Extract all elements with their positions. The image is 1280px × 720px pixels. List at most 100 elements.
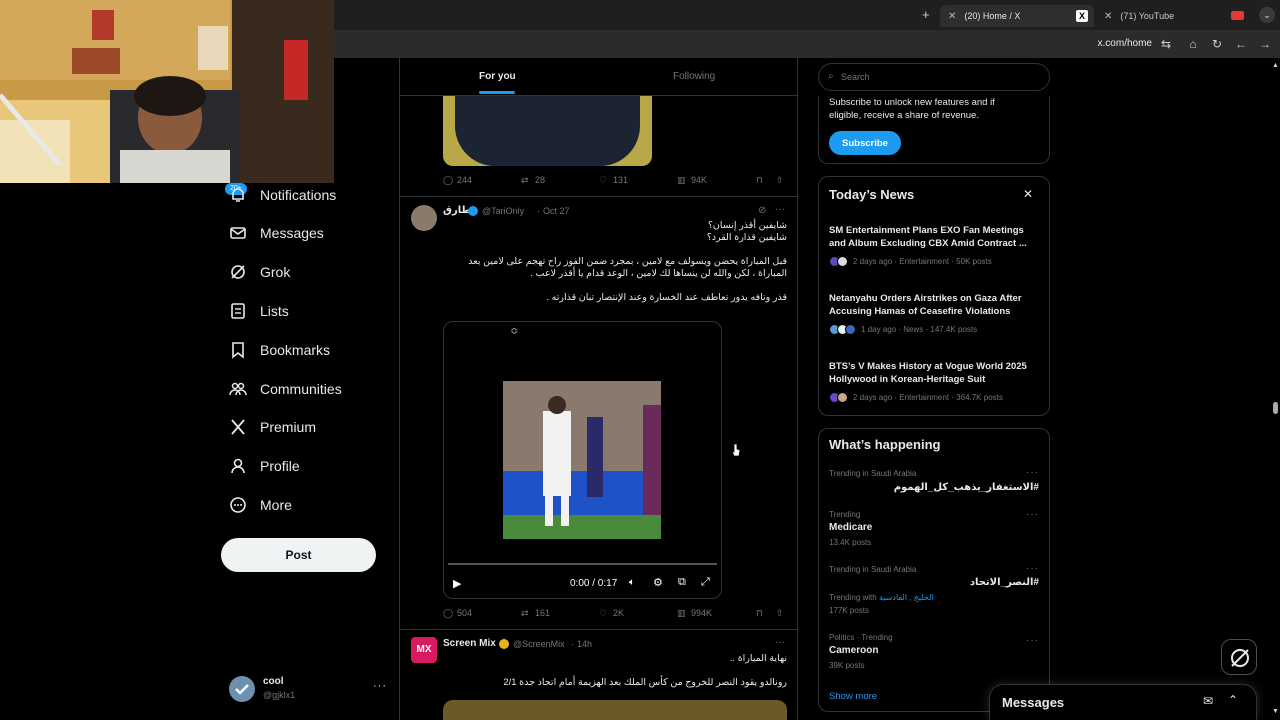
repost-icon[interactable]: ⇄ <box>521 175 529 186</box>
forward-icon[interactable]: → <box>1257 36 1273 52</box>
card-title: What’s happening <box>829 437 941 452</box>
account-handle: @gjklx1 <box>263 690 296 700</box>
new-message-icon[interactable]: ✉ <box>1203 694 1213 708</box>
divider <box>400 196 798 197</box>
nav-profile[interactable]: Profile <box>229 452 300 480</box>
nav-grok[interactable]: Grok <box>229 258 290 286</box>
avatar <box>411 205 437 231</box>
chevron-up-icon[interactable]: ⌃ <box>1228 693 1238 707</box>
scrollbar-thumb[interactable] <box>1273 402 1278 414</box>
reply-icon[interactable]: ◯ <box>443 175 453 186</box>
author-name[interactable]: Screen Mix <box>443 638 496 649</box>
new-tab-icon[interactable]: + <box>922 7 930 22</box>
tab-youtube[interactable]: ✕ (71) YouTube <box>1096 5 1250 27</box>
envelope-icon <box>230 227 246 239</box>
tweet-time[interactable]: 14h <box>577 639 592 649</box>
home-icon[interactable]: ⌂ <box>1185 36 1201 52</box>
tweet-actions: ◯ 504 ⇄ 161 ♡ 2K ▥ 994K ⊓ ⇧ <box>443 608 788 622</box>
author-handle[interactable]: @TariOnly <box>482 206 524 216</box>
repost-icon[interactable]: ⇄ <box>521 608 529 619</box>
avatar <box>229 676 255 702</box>
views-icon[interactable]: ▥ <box>677 608 686 619</box>
picture-in-picture-icon[interactable]: ⧉ <box>678 576 686 589</box>
reply-icon[interactable]: ◯ <box>443 608 453 619</box>
tweet-time[interactable]: Oct 27 <box>543 206 570 216</box>
tab-following[interactable]: Following <box>673 71 715 82</box>
news-headline[interactable]: SM Entertainment Plans EXO Fan Meetings … <box>829 224 1041 250</box>
reply-count: 244 <box>457 175 473 185</box>
tweet-line: قبل المباراة يحضن ويسولف مع لامين ، بمجر… <box>468 256 787 267</box>
more-dots-icon[interactable]: ··· <box>775 204 785 215</box>
more-dots-icon[interactable]: ··· <box>373 680 387 692</box>
news-headline[interactable]: Netanyahu Orders Airstrikes on Gaza Afte… <box>829 292 1041 318</box>
tweet-media[interactable] <box>443 700 787 720</box>
drawer-title: Messages <box>1002 695 1065 710</box>
url-text[interactable]: x.com/home <box>1098 38 1152 49</box>
close-tab-icon[interactable]: ✕ <box>948 11 956 22</box>
share-icon[interactable]: ⇧ <box>776 175 784 186</box>
views-count: 94K <box>691 175 708 185</box>
back-icon[interactable]: ← <box>1233 36 1249 52</box>
nav-bookmarks[interactable]: Bookmarks <box>229 336 330 364</box>
tweet-media[interactable] <box>443 96 652 166</box>
like-icon[interactable]: ♡ <box>599 175 607 186</box>
feed-column: For you Following ◯ 244 ⇄ 28 ♡ 131 ▥ 94K… <box>399 58 798 720</box>
nav-label: Messages <box>260 225 324 241</box>
account-name: cool <box>263 676 284 687</box>
more-dots-icon[interactable]: ··· <box>775 637 785 648</box>
close-tab-icon[interactable]: ✕ <box>1104 11 1112 22</box>
nav-messages[interactable]: Messages <box>229 219 324 247</box>
show-more-link[interactable]: Show more <box>829 691 877 702</box>
video-progress-track[interactable] <box>448 563 717 565</box>
like-icon[interactable]: ♡ <box>599 608 607 619</box>
author-name[interactable]: طارق <box>443 205 471 216</box>
post-button[interactable]: Post <box>221 538 376 572</box>
bookmark-icon[interactable]: ⊓ <box>756 175 763 186</box>
close-icon[interactable]: ✕ <box>1023 187 1033 201</box>
nav-label: Communities <box>260 381 342 397</box>
search-input[interactable]: ⌕ Search <box>818 63 1050 91</box>
nav-notifications[interactable]: Notifications <box>229 181 336 209</box>
tweet-line: المباراة ، لكن والله لن ينساها لك لامين … <box>530 268 787 279</box>
fullscreen-icon[interactable]: ⤢ <box>701 576 710 589</box>
settings-sliders-icon[interactable]: ≎ <box>510 326 518 337</box>
verified-badge-icon <box>468 206 478 216</box>
subscribe-button[interactable]: Subscribe <box>829 131 901 155</box>
nav-premium[interactable]: Premium <box>229 413 316 441</box>
grok-fab[interactable] <box>1221 639 1257 675</box>
tab-x-home[interactable]: ✕ (20) Home / X X <box>940 5 1094 27</box>
page-scrollbar[interactable]: ▲ ▼ <box>1270 58 1280 720</box>
person-icon <box>231 458 245 474</box>
tweet-text: شايفين أقذر إنسان؟ شايفين قذارة القرد؟ ق… <box>443 220 787 304</box>
tweet-line: نهاية المباراة .. <box>729 653 787 664</box>
messages-drawer[interactable]: Messages ✉ ⌃ <box>989 684 1257 720</box>
todays-news-card: Today’s News ✕ SM Entertainment Plans EX… <box>818 176 1050 416</box>
grok-icon[interactable]: ⊘ <box>758 205 766 216</box>
author-handle[interactable]: @ScreenMix <box>513 639 565 649</box>
account-switcher[interactable]: cool @gjklx1 ··· <box>229 676 389 706</box>
settings-gear-icon[interactable]: ⚙︎ <box>653 576 663 589</box>
video-player[interactable]: ≎ ▶ 0:00 / 0:17 🔈︎ ⚙︎ ⧉ ⤢ <box>443 321 722 599</box>
reload-icon[interactable]: ↻ <box>1209 36 1225 52</box>
nav-communities[interactable]: Communities <box>229 375 342 403</box>
nav-lists[interactable]: Lists <box>229 297 289 325</box>
site-settings-icon[interactable]: ⇆ <box>1158 36 1174 52</box>
repost-count: 161 <box>535 608 551 618</box>
tab-list-chevron-icon[interactable]: ⌄ <box>1259 7 1275 23</box>
play-icon[interactable]: ▶ <box>453 577 461 590</box>
tab-for-you[interactable]: For you <box>479 71 516 82</box>
reply-count: 504 <box>457 608 473 618</box>
screen: + ✕ (20) Home / X X ✕ (71) YouTube ⌄ x.c… <box>0 0 1280 720</box>
whats-happening-card: What’s happening Trending in Saudi Arabi… <box>818 428 1050 712</box>
news-meta: 1 day ago · News · 147.4K posts <box>829 324 977 335</box>
nav-more[interactable]: More <box>229 491 292 519</box>
views-icon[interactable]: ▥ <box>677 175 686 186</box>
repost-count: 28 <box>535 175 546 185</box>
share-icon[interactable]: ⇧ <box>776 608 784 619</box>
x-favicon-icon: X <box>1076 10 1088 22</box>
news-headline[interactable]: BTS’s V Makes History at Vogue World 202… <box>829 360 1041 386</box>
volume-icon[interactable]: 🔈︎ <box>629 577 635 588</box>
views-count: 994K <box>691 608 713 618</box>
bookmark-icon[interactable]: ⊓ <box>756 608 763 619</box>
mouse-cursor-icon <box>731 443 741 457</box>
